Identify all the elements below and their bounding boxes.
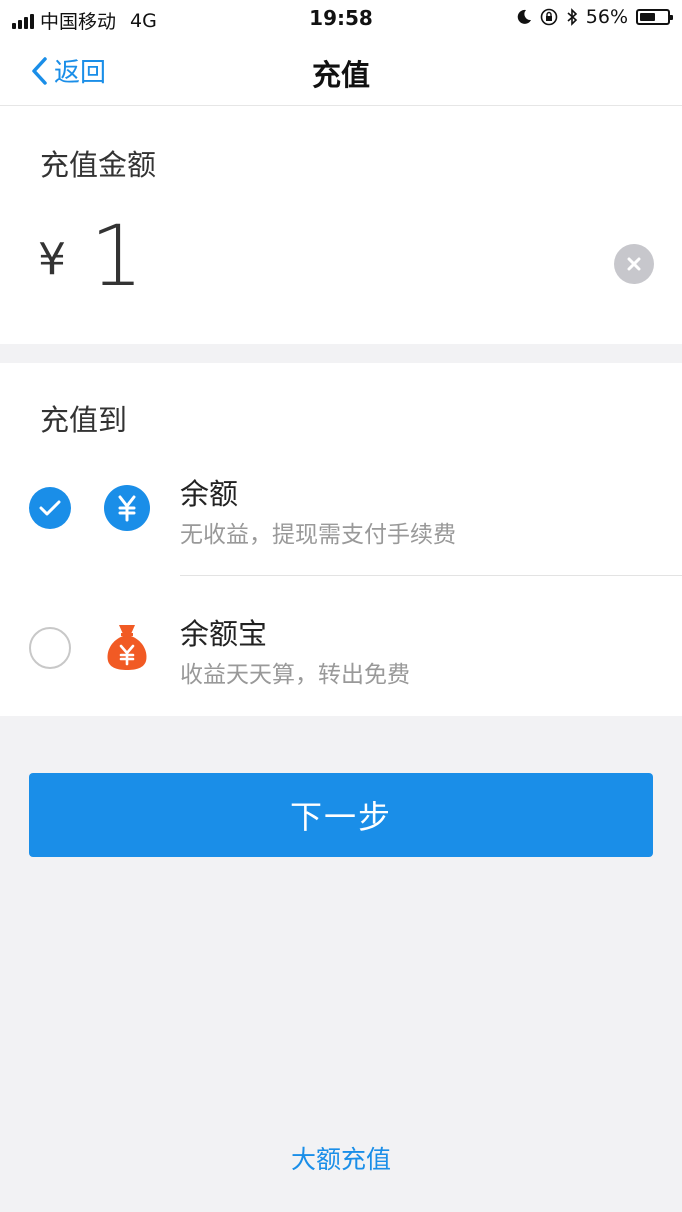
status-bar: 中国移动 4G 19:58 56% xyxy=(0,0,682,36)
yuan-circle-icon xyxy=(104,485,150,531)
money-bag-icon xyxy=(107,625,147,670)
target-label: 充值到 xyxy=(40,403,128,437)
option-divider xyxy=(180,575,682,576)
radio-unchecked[interactable] xyxy=(29,627,71,669)
bluetooth-icon xyxy=(567,8,577,26)
option-desc: 收益天天算，转出免费 xyxy=(180,662,410,688)
clear-button[interactable] xyxy=(614,244,654,284)
checkmark-icon xyxy=(39,500,61,516)
battery-icon xyxy=(636,9,673,25)
option-desc: 无收益，提现需支付手续费 xyxy=(180,522,456,548)
amount-card: 充值金额 ¥ xyxy=(0,106,682,344)
big-recharge-link[interactable]: 大额充值 xyxy=(0,1140,682,1176)
amount-input[interactable] xyxy=(90,206,570,306)
radio-checked[interactable] xyxy=(29,487,71,529)
amount-label: 充值金额 xyxy=(40,148,157,182)
close-icon xyxy=(627,257,641,271)
currency-symbol: ¥ xyxy=(38,234,66,285)
option-title: 余额 xyxy=(180,477,239,511)
page-title: 充值 xyxy=(311,58,370,92)
battery-fill xyxy=(640,13,655,21)
option-balance[interactable]: 余额 无收益，提现需支付手续费 xyxy=(0,459,682,599)
moon-icon xyxy=(517,9,531,24)
battery-percent: 56% xyxy=(585,6,628,28)
nav-bar: 返回 充值 xyxy=(0,36,682,106)
orientation-lock-icon xyxy=(540,8,558,26)
option-title: 余额宝 xyxy=(180,617,268,651)
recharge-target-card: 充值到 余额 无收益，提现需支付手续费 余额宝 收益天天算，转出免费 xyxy=(0,363,682,716)
option-yuebao[interactable]: 余额宝 收益天天算，转出免费 xyxy=(0,599,682,739)
next-step-button[interactable]: 下一步 xyxy=(29,773,653,857)
status-right: 56% xyxy=(516,6,673,28)
